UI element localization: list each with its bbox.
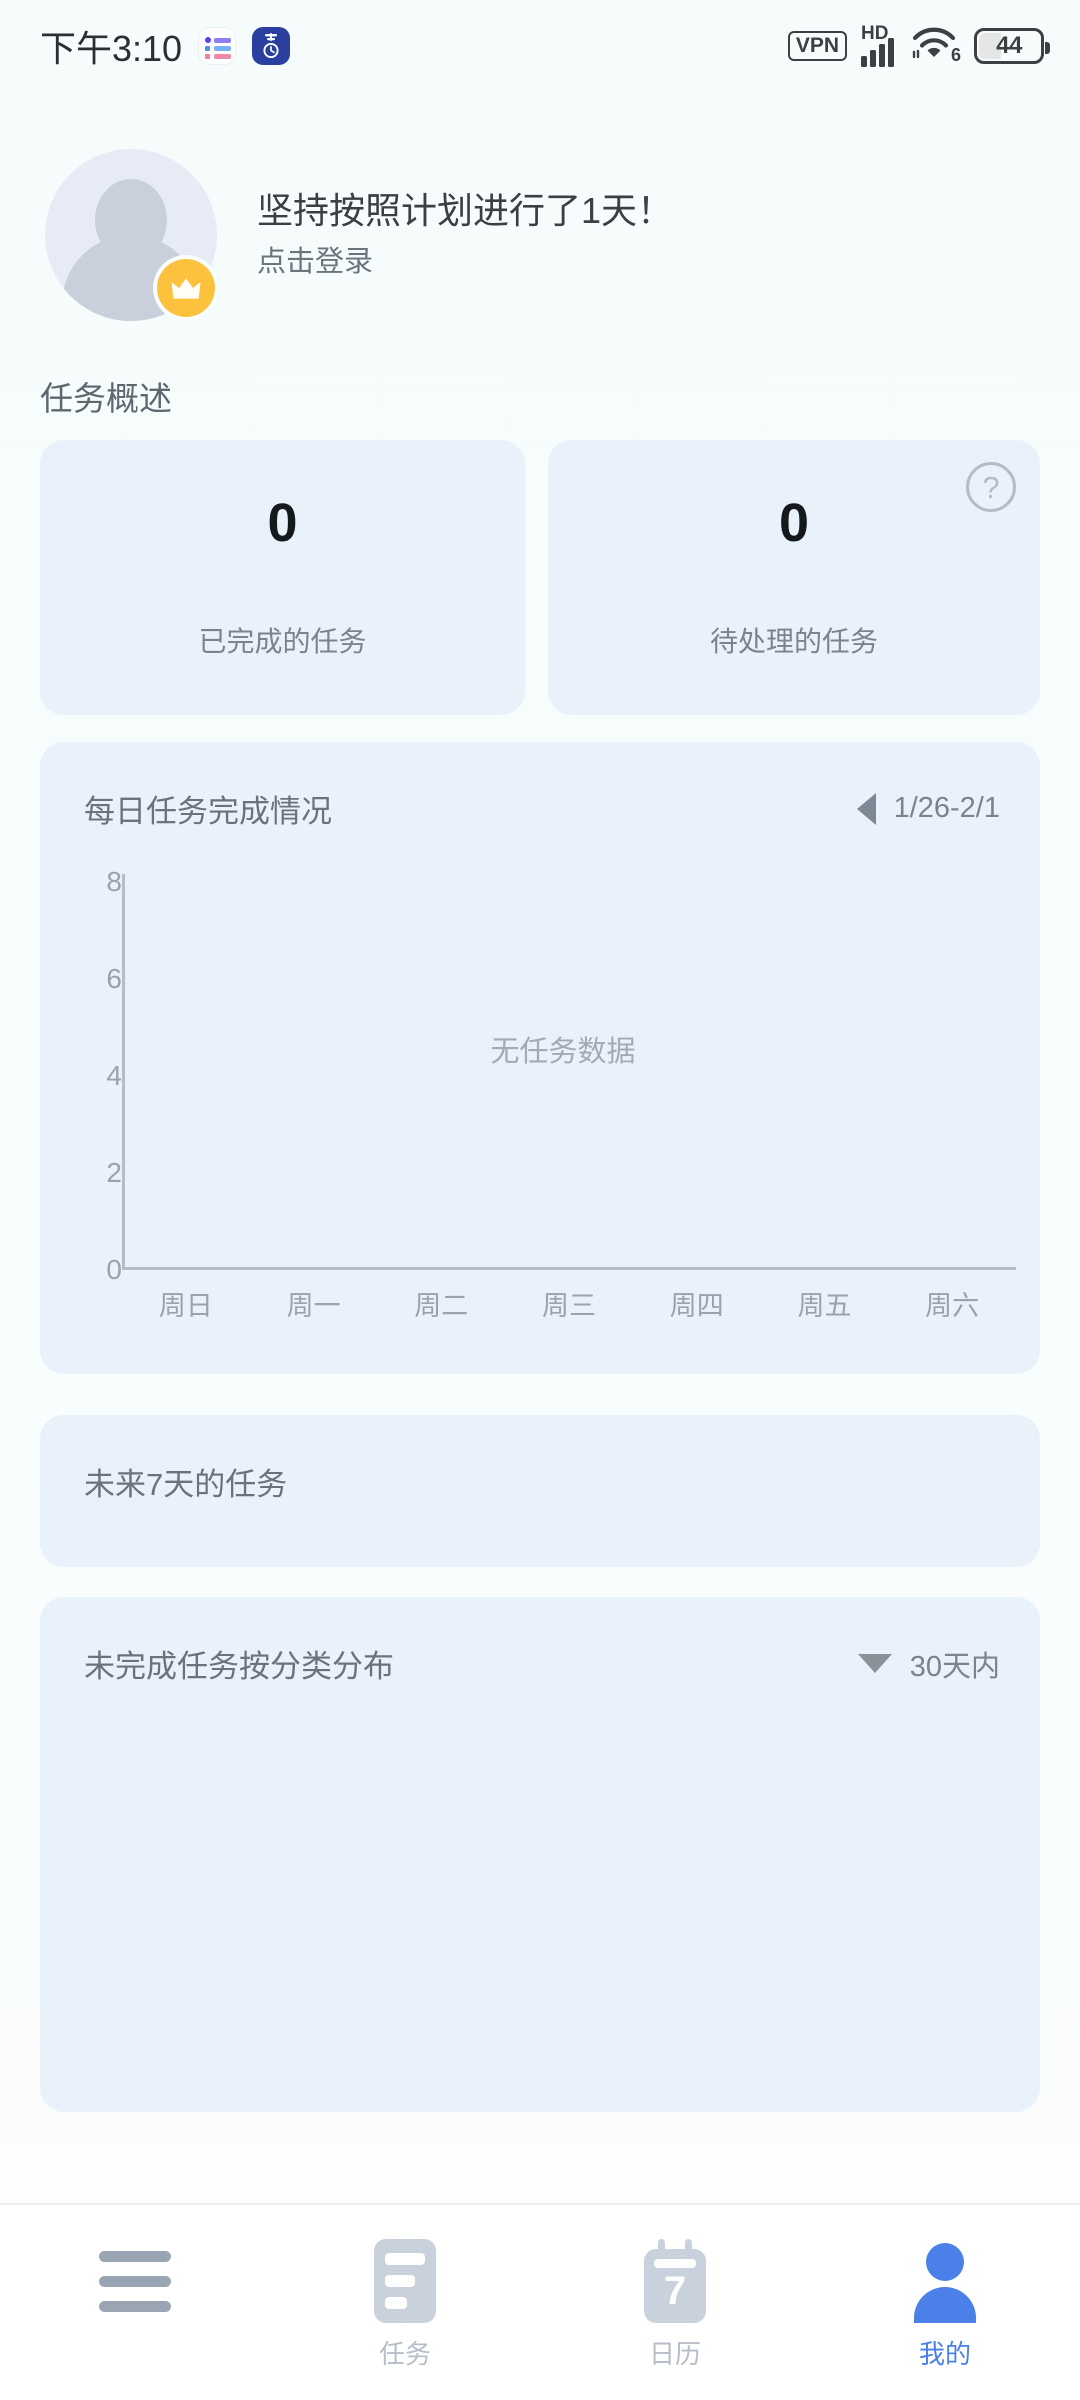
chart-x-axis-labels: 周日 周一 周二 周三 周四 周五 周六 [122, 1280, 1016, 1326]
nav-item-tasks[interactable]: 任务 [270, 2205, 540, 2400]
upcoming-card-header: 未来7天的任务 [84, 1459, 1000, 1504]
chart-x-axis [122, 1267, 1016, 1270]
chart-xtick-tue: 周二 [414, 1290, 469, 1321]
upcoming-tasks-card[interactable]: 未来7天的任务 [40, 1415, 1040, 1567]
crown-icon [157, 259, 215, 317]
category-range-value: 30天内 [909, 1650, 1000, 1683]
chart-ytick-2: 2 [106, 1157, 122, 1188]
chart-xtick-mon: 周一 [286, 1290, 341, 1321]
cellular-signal-icon: HD [861, 23, 894, 67]
chart-ytick-0: 0 [106, 1254, 122, 1285]
completed-tasks-label: 已完成的任务 [198, 626, 367, 657]
chart-xtick-fri: 周五 [797, 1290, 852, 1321]
caret-left-icon[interactable] [856, 792, 876, 825]
person-icon[interactable] [914, 2239, 976, 2323]
pending-tasks-card[interactable]: ? 0 待处理的任务 [548, 440, 1040, 715]
pending-tasks-value: 0 [778, 493, 810, 553]
chart-range-control[interactable]: 1/26-2/1 [856, 792, 1000, 825]
chart-y-axis [122, 874, 125, 1270]
chart-title: 每日任务完成情况 [84, 794, 332, 829]
status-bar-left: 下午3:10 [40, 20, 291, 72]
chart-xtick-wed: 周三 [542, 1290, 597, 1321]
nav-label-profile: 我的 [918, 2339, 971, 2369]
calendar-icon[interactable]: 7 [644, 2239, 706, 2323]
upcoming-tasks-title: 未来7天的任务 [84, 1467, 288, 1502]
status-bar-right: VPN HD 6 44 [787, 23, 1050, 67]
category-range-dropdown[interactable]: 30天内 [857, 1643, 1000, 1685]
nav-label-tasks: 任务 [378, 2339, 431, 2369]
nav-label-calendar: 日历 [648, 2339, 701, 2369]
calendar-day-number: 7 [663, 2269, 687, 2313]
timer-app-icon [252, 27, 291, 65]
hamburger-menu-icon[interactable] [99, 2239, 171, 2323]
tasks-list-icon[interactable] [374, 2239, 436, 2323]
hd-label: HD [861, 23, 889, 44]
chart-empty-message: 无任务数据 [490, 1036, 636, 1068]
avatar[interactable] [45, 149, 217, 321]
wifi-generation-label: 6 [950, 45, 961, 65]
category-distribution-card[interactable]: 未完成任务按分类分布 30天内 [40, 1597, 1040, 2112]
daily-completion-chart-card: 每日任务完成情况 1/26-2/1 8 6 4 2 0 无任务数据 周日 周一 … [40, 742, 1040, 1374]
chart-xtick-sat: 周六 [925, 1290, 980, 1321]
wifi-icon: 6 [908, 25, 961, 67]
status-bar: 下午3:10 VPN HD 6 44 [0, 0, 1080, 92]
profile-streak-title: 坚持按照计划进行了1天！ [257, 190, 674, 232]
chart-ytick-6: 6 [106, 963, 122, 994]
status-bar-clock: 下午3:10 [40, 28, 183, 69]
todo-list-app-icon [198, 27, 237, 65]
chart-date-range: 1/26-2/1 [893, 792, 1000, 824]
battery-percent-label: 44 [996, 32, 1022, 59]
nav-item-menu[interactable] [0, 2205, 270, 2400]
nav-item-calendar[interactable]: 7 日历 [540, 2205, 810, 2400]
chart-card-header: 每日任务完成情况 1/26-2/1 [84, 786, 1000, 831]
profile-text: 坚持按照计划进行了1天！ 点击登录 [257, 191, 673, 278]
vpn-icon: VPN [787, 30, 847, 62]
completed-tasks-card[interactable]: 0 已完成的任务 [40, 440, 525, 715]
chart-xtick-thu: 周四 [669, 1290, 724, 1321]
nav-item-profile[interactable]: 我的 [810, 2205, 1080, 2400]
chart-plot-area: 8 6 4 2 0 无任务数据 周日 周一 周二 周三 周四 周五 周六 [84, 866, 1016, 1322]
battery-icon: 44 [974, 28, 1050, 64]
category-card-header: 未完成任务按分类分布 30天内 [84, 1641, 1000, 1686]
chart-ytick-8: 8 [106, 866, 122, 897]
app-screen: 下午3:10 VPN HD 6 44 坚持按照计划进行了1天！ 点击登录 任务概… [0, 0, 1080, 2400]
chart-ytick-4: 4 [106, 1060, 122, 1091]
pending-tasks-label: 待处理的任务 [709, 626, 878, 657]
profile-header[interactable]: 坚持按照计划进行了1天！ 点击登录 [45, 140, 1035, 330]
bottom-navigation-bar: 任务 7 日历 我的 [0, 2203, 1080, 2400]
chart-xtick-sun: 周日 [158, 1290, 213, 1321]
completed-tasks-value: 0 [267, 493, 298, 553]
caret-down-icon[interactable] [857, 1654, 892, 1673]
category-distribution-title: 未完成任务按分类分布 [84, 1649, 394, 1684]
login-prompt[interactable]: 点击登录 [257, 246, 673, 279]
overview-section-title: 任务概述 [40, 380, 172, 417]
